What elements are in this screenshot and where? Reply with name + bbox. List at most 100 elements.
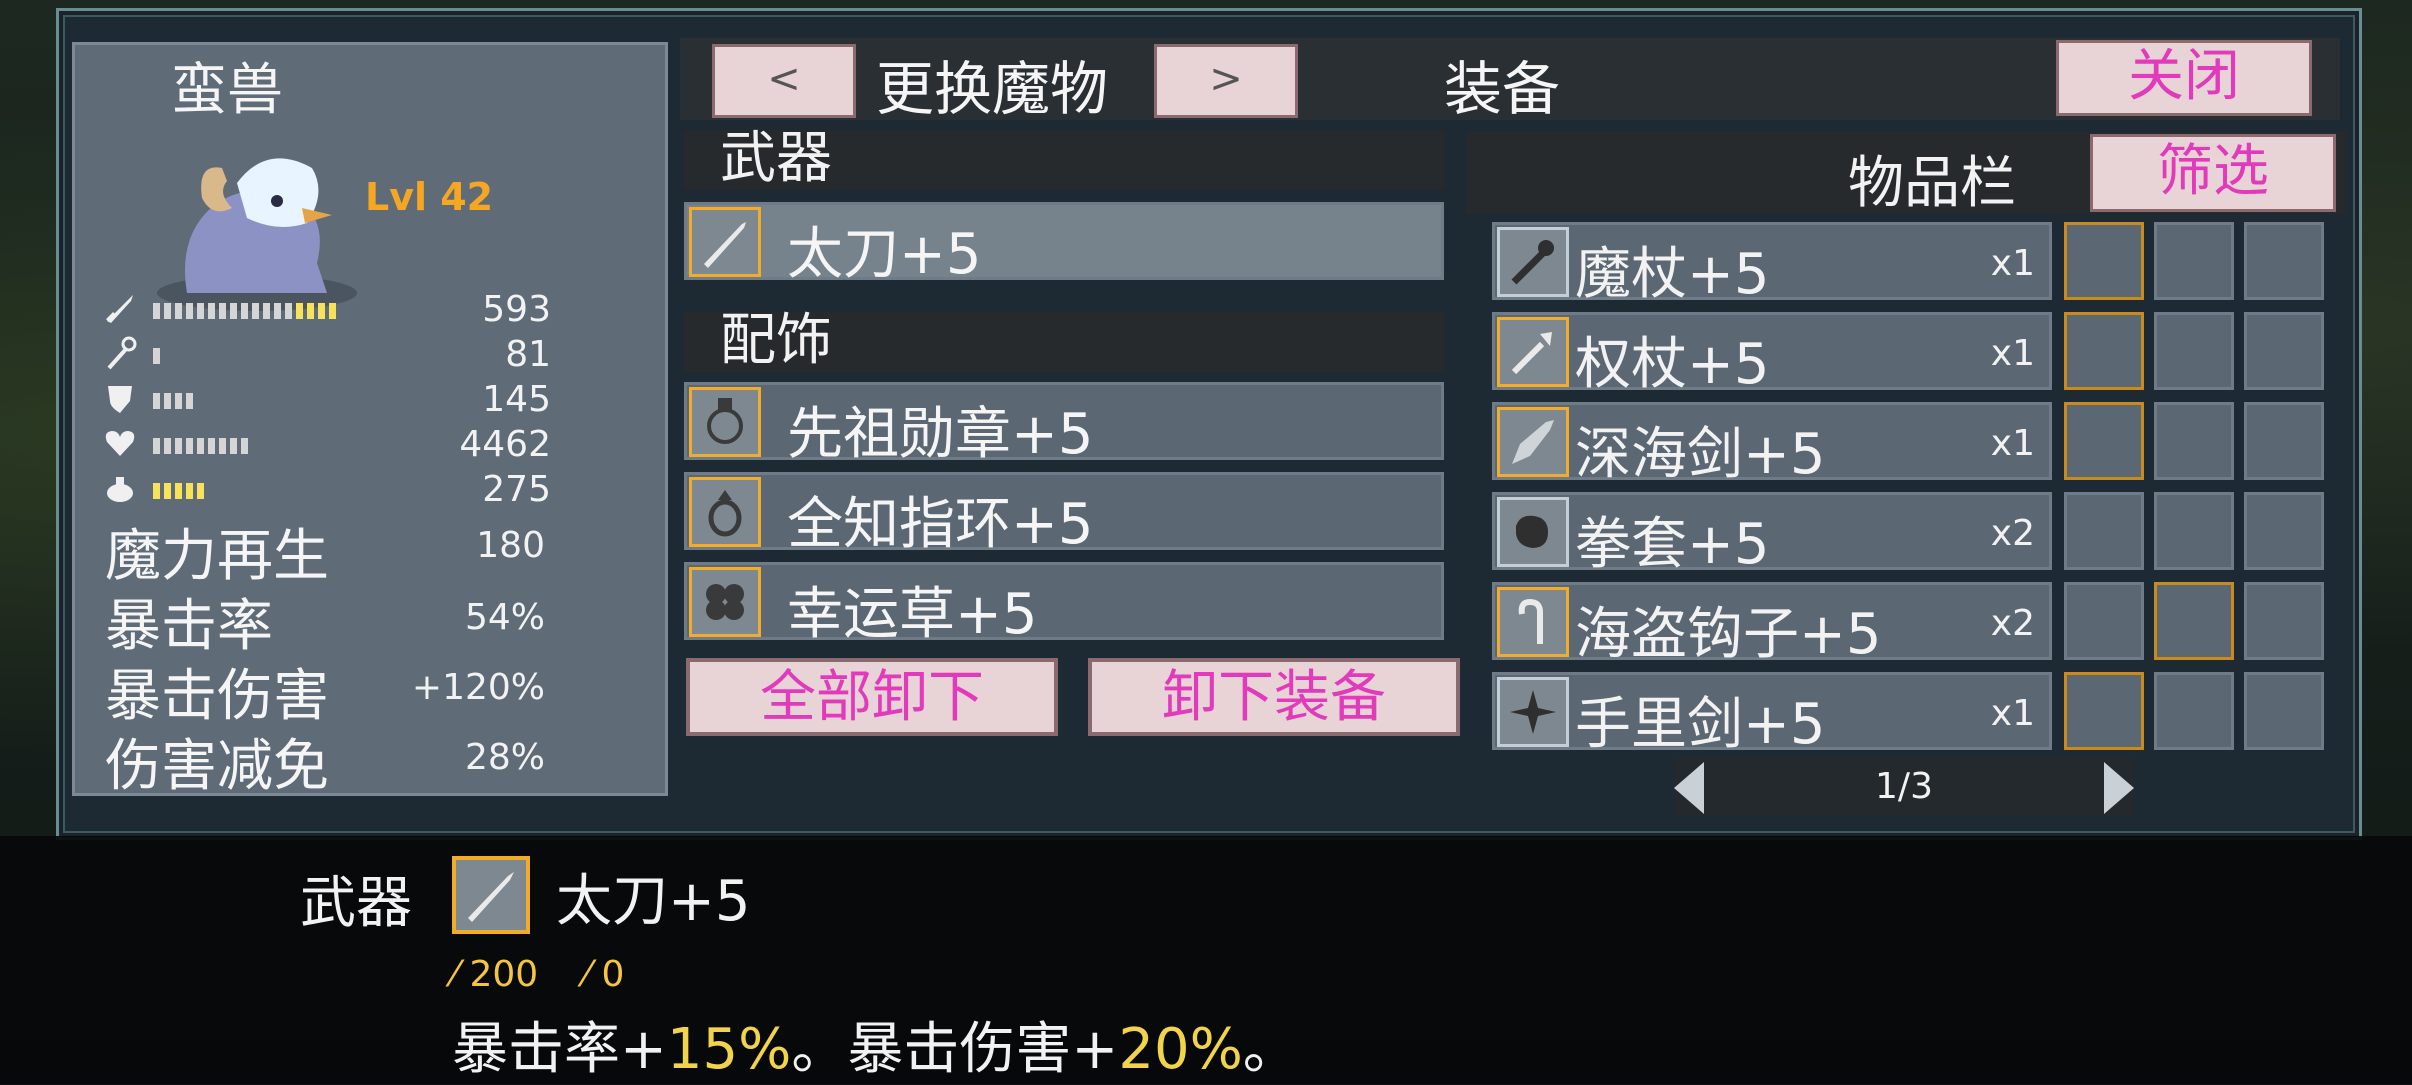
bar-segment [175,393,182,409]
inventory-item-name: 海盗钩子+5 [1575,602,1882,667]
preview-slot[interactable] [2244,492,2324,570]
attack-value: 593 [482,289,551,330]
next-page-arrow-icon[interactable] [2104,762,2134,814]
inventory-item-6[interactable]: 手里剑+5 x1 [1492,672,2052,757]
prev-monster-button[interactable]: < [712,44,856,118]
bar-segment [153,348,160,364]
bar-segment [175,483,182,499]
wand-icon [1497,227,1569,297]
inventory-item-name: 魔杖+5 [1575,242,1770,307]
top-bar: < 更换魔物 > 装备 关闭 [680,38,2340,123]
inventory-item-name: 手里剑+5 [1575,692,1826,757]
next-monster-button[interactable]: > [1154,44,1298,118]
tooltip-attack: 200 [469,954,539,995]
filter-button[interactable]: 筛选 [2090,134,2336,212]
bar-segment [164,303,171,319]
bar-segment [208,438,215,454]
inventory-item-name: 拳套+5 [1575,512,1770,577]
weapon-slot[interactable]: 太刀+5 [684,202,1444,287]
inventory-item-qty: x1 [1990,693,2035,734]
preview-slot[interactable] [2064,222,2144,300]
tooltip-magic: 0 [601,954,625,995]
preview-slot[interactable] [2064,672,2144,750]
unequip-button[interactable]: 卸下装备 [1088,658,1460,736]
inventory-item-name: 权杖+5 [1575,332,1770,397]
medal-icon [689,387,761,457]
bar-segment [164,438,171,454]
bar-segment [329,303,336,319]
unequip-all-button[interactable]: 全部卸下 [686,658,1058,736]
preview-slot[interactable] [2064,582,2144,660]
accessory-name-3: 幸运草+5 [787,582,1038,647]
sword-icon [106,295,133,323]
close-button[interactable]: 关闭 [2056,40,2312,116]
preview-slot[interactable] [2244,402,2324,480]
preview-slot[interactable] [2244,312,2324,390]
preview-slot[interactable] [2154,582,2234,660]
mana-bar [153,483,204,499]
bar-segment [318,303,325,319]
magic-value: 81 [505,334,551,375]
crit-rate-bonus: 15% [666,1017,792,1082]
preview-slot[interactable] [2154,222,2234,300]
pirate-hook-icon [1497,587,1569,657]
bar-segment [175,438,182,454]
tooltip-stats: ⁄ 200 ⁄ 0 [452,954,624,995]
desc-text: 暴击率+ [452,1017,667,1082]
bar-segment [241,303,248,319]
accessory-name-1: 先祖勋章+5 [787,402,1094,467]
preview-slot[interactable] [2154,492,2234,570]
preview-slot[interactable] [2154,402,2234,480]
bar-segment [186,483,193,499]
damage-reduction-value: 28% [464,737,545,778]
bar-segment [186,303,193,319]
monster-name: 蛮兽 [171,58,283,123]
gauntlet-icon [1497,497,1569,567]
katana-icon [452,856,530,934]
scepter-icon [1497,317,1569,387]
bar-segment [153,438,160,454]
accessory-slot-1[interactable]: 先祖勋章+5 [684,382,1444,467]
tooltip-item-name: 太刀+5 [556,869,751,934]
preview-slot[interactable] [2064,492,2144,570]
inventory-item-qty: x1 [1990,243,2035,284]
damage-reduction-label: 伤害减免 [105,734,329,799]
inventory-item-qty: x1 [1990,333,2035,374]
accessory-name-2: 全知指环+5 [787,492,1094,557]
clover-icon [689,567,761,637]
inventory-item-2[interactable]: 权杖+5 x1 [1492,312,2052,397]
preview-slot[interactable] [2064,402,2144,480]
change-monster-label: 更换魔物 [876,55,1109,123]
magic-icon: ⁄ [583,954,590,995]
bar-segment [219,438,226,454]
inventory-item-1[interactable]: 魔杖+5 x1 [1492,222,2052,307]
inventory-item-5[interactable]: 海盗钩子+5 x2 [1492,582,2052,667]
shield-icon [108,386,132,413]
stat-defense: 145 [103,379,663,420]
preview-slot[interactable] [2244,582,2324,660]
bar-segment [285,303,292,319]
inventory-item-name: 深海剑+5 [1575,422,1826,487]
bar-segment [175,303,182,319]
bar-segment [197,483,204,499]
preview-slot[interactable] [2154,672,2234,750]
inventory-title: 物品栏 [1848,151,2016,216]
crit-damage-label: 暴击伤害 [105,664,329,729]
preview-slot[interactable] [2244,672,2324,750]
bar-segment [208,303,215,319]
crit-damage-value: +120% [411,667,545,708]
accessory-slot-3[interactable]: 幸运草+5 [684,562,1444,647]
weapon-name: 太刀+5 [787,222,982,287]
inventory-pager: 1/3 [1674,758,2134,816]
preview-slot[interactable] [2154,312,2234,390]
accessory-slot-2[interactable]: 全知指环+5 [684,472,1444,557]
monster-stats-panel: 蛮兽 Lvl 42 593 81 145 4462 275 魔力再生 180 暴… [72,42,668,799]
accessory-header: 配饰 [684,312,1444,372]
bar-segment [164,393,171,409]
crit-damage-bonus: 20% [1118,1017,1243,1082]
preview-slot[interactable] [2244,222,2324,300]
attack-icon: ⁄ [452,954,459,995]
inventory-item-3[interactable]: 深海剑+5 x1 [1492,402,2052,487]
inventory-item-4[interactable]: 拳套+5 x2 [1492,492,2052,577]
preview-slot[interactable] [2064,312,2144,390]
